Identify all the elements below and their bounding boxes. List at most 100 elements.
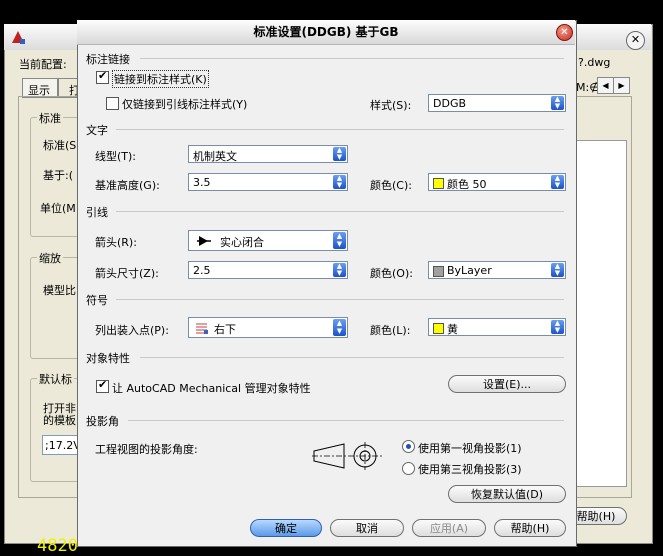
- filled-arrow-icon: [197, 235, 211, 250]
- section-divider: [140, 357, 564, 358]
- standard-row-1: 标准(S: [43, 139, 77, 152]
- cancel-button[interactable]: 取消: [330, 519, 404, 537]
- style-select[interactable]: DDGB ▲ ▼: [428, 94, 566, 112]
- style-value: DDGB: [433, 97, 467, 110]
- default-row-2: 的模板: [43, 414, 76, 427]
- scale-row-1: 模型比: [43, 284, 76, 297]
- insert-point-value: 右下: [214, 323, 236, 336]
- standard-row-2: 基于:(: [43, 169, 73, 182]
- section-title-text: 文字: [86, 124, 108, 137]
- help-label: 帮助(H): [510, 522, 550, 535]
- arrow-label: 箭头(R):: [95, 236, 137, 249]
- arrow-value: 实心闭合: [220, 236, 264, 249]
- first-angle-label: 使用第一视角投影(1): [418, 442, 522, 455]
- help-button[interactable]: 帮助(H): [494, 519, 566, 537]
- arrow-size-select[interactable]: 2.5 ▲ ▼: [188, 261, 348, 279]
- default-template-value: ;17.2V: [45, 439, 81, 452]
- leader-only-label: 仅链接到引线标注样式(Y): [122, 98, 248, 111]
- tab-scroll-right[interactable]: ▶: [613, 77, 630, 94]
- text-color-label: 颜色(C):: [370, 179, 412, 192]
- dropdown-spinner-icon: ▲ ▼: [551, 175, 564, 189]
- dropdown-spinner-icon: ▲ ▼: [333, 319, 346, 336]
- apply-label: 应用(A): [429, 522, 469, 535]
- cancel-label: 取消: [356, 522, 378, 535]
- section-title-object-props: 对象特性: [86, 352, 130, 365]
- tab-scroll-left[interactable]: ◀: [597, 77, 614, 94]
- color-swatch-icon: [433, 266, 444, 277]
- link-style-label: 链接到标注样式(K): [112, 70, 209, 88]
- section-divider: [116, 129, 564, 130]
- app-logo-icon: [10, 29, 26, 45]
- section-title-leader: 引线: [86, 206, 108, 219]
- projection-angle-label: 工程视图的投影角度:: [95, 443, 198, 456]
- current-config-label: 当前配置:: [19, 58, 67, 71]
- dropdown-spinner-icon: ▲ ▼: [333, 263, 346, 277]
- dialog-title: 标准设置(DDGB) 基于GB: [77, 20, 575, 45]
- font-value: 机制英文: [193, 150, 237, 163]
- tab-fragment: M:∉: [576, 81, 599, 94]
- dropdown-spinner-icon: ▲ ▼: [333, 232, 346, 249]
- default-template-field[interactable]: ;17.2V: [42, 435, 81, 455]
- insert-point-icon: [195, 321, 209, 338]
- ok-label: 确定: [275, 522, 297, 535]
- apply-button[interactable]: 应用(A): [412, 519, 486, 537]
- group-default: [30, 378, 79, 482]
- group-scale: [30, 257, 79, 359]
- manage-props-checkbox[interactable]: ✔: [96, 378, 109, 393]
- section-divider: [128, 420, 564, 421]
- first-angle-projection-icon: [312, 441, 384, 474]
- base-height-value: 3.5: [193, 176, 211, 189]
- arrow-size-value: 2.5: [193, 264, 211, 277]
- style-label: 样式(S):: [370, 99, 412, 112]
- restore-defaults-button[interactable]: 恢复默认值(D): [448, 485, 566, 503]
- section-divider: [116, 299, 564, 300]
- text-color-value: 颜色 50: [447, 178, 487, 191]
- section-divider: [116, 211, 564, 212]
- settings-button[interactable]: 设置(E)...: [448, 375, 566, 393]
- leader-color-value: ByLayer: [447, 264, 492, 277]
- arrow-select[interactable]: 实心闭合 ▲ ▼: [188, 230, 348, 251]
- leader-color-select[interactable]: ByLayer ▲ ▼: [428, 261, 566, 279]
- check-icon: ✔: [98, 69, 108, 82]
- dropdown-spinner-icon: ▲ ▼: [333, 147, 346, 161]
- group-default-legend: 默认标: [37, 371, 74, 387]
- settings-button-label: 设置(E)...: [482, 378, 532, 391]
- third-angle-radio[interactable]: [402, 462, 415, 475]
- manage-props-label: 让 AutoCAD Mechanical 管理对象特性: [112, 382, 311, 395]
- section-divider: [140, 58, 564, 59]
- base-height-label: 基准高度(G):: [95, 179, 160, 192]
- symbol-color-select[interactable]: 黄 ▲ ▼: [428, 318, 566, 336]
- symbol-color-label: 颜色(L):: [370, 324, 411, 337]
- dropdown-spinner-icon: ▲ ▼: [551, 263, 564, 277]
- check-icon: ✔: [98, 378, 108, 391]
- first-angle-radio[interactable]: [402, 440, 415, 453]
- leader-color-label: 颜色(O):: [370, 267, 413, 280]
- symbol-color-value: 黄: [447, 323, 458, 336]
- parent-close-icon[interactable]: ✕: [626, 31, 645, 50]
- font-label: 线型(T):: [95, 150, 137, 163]
- font-select[interactable]: 机制英文 ▲ ▼: [188, 145, 348, 163]
- third-angle-label: 使用第三视角投影(3): [418, 463, 522, 476]
- arrow-size-label: 箭头尺寸(Z):: [95, 267, 159, 280]
- section-title-standard-link: 标注链接: [86, 53, 130, 66]
- insert-point-select[interactable]: 右下 ▲ ▼: [188, 317, 348, 338]
- group-scale-legend: 缩放: [37, 250, 63, 266]
- restore-defaults-label: 恢复默认值(D): [470, 488, 544, 501]
- base-height-select[interactable]: 3.5 ▲ ▼: [188, 173, 348, 191]
- parent-help-label: 帮助(H): [576, 510, 616, 523]
- section-title-projection: 投影角: [86, 415, 119, 428]
- dropdown-spinner-icon: ▲ ▼: [333, 175, 346, 189]
- text-color-select[interactable]: 颜色 50 ▲ ▼: [428, 173, 566, 191]
- leader-only-checkbox[interactable]: [106, 97, 119, 110]
- link-style-checkbox[interactable]: ✔: [96, 69, 109, 84]
- dropdown-spinner-icon: ▲ ▼: [551, 96, 564, 110]
- ok-button[interactable]: 确定: [250, 519, 322, 537]
- close-icon[interactable]: ✕: [556, 24, 573, 41]
- parent-preview-area: [575, 140, 627, 487]
- filename-fragment: ?.dwg: [578, 56, 611, 69]
- parent-tab-display[interactable]: 显示: [22, 78, 58, 98]
- color-swatch-icon: [433, 178, 444, 189]
- color-swatch-icon: [433, 323, 444, 334]
- dropdown-spinner-icon: ▲ ▼: [551, 320, 564, 334]
- bottom-number: 4820: [37, 536, 78, 556]
